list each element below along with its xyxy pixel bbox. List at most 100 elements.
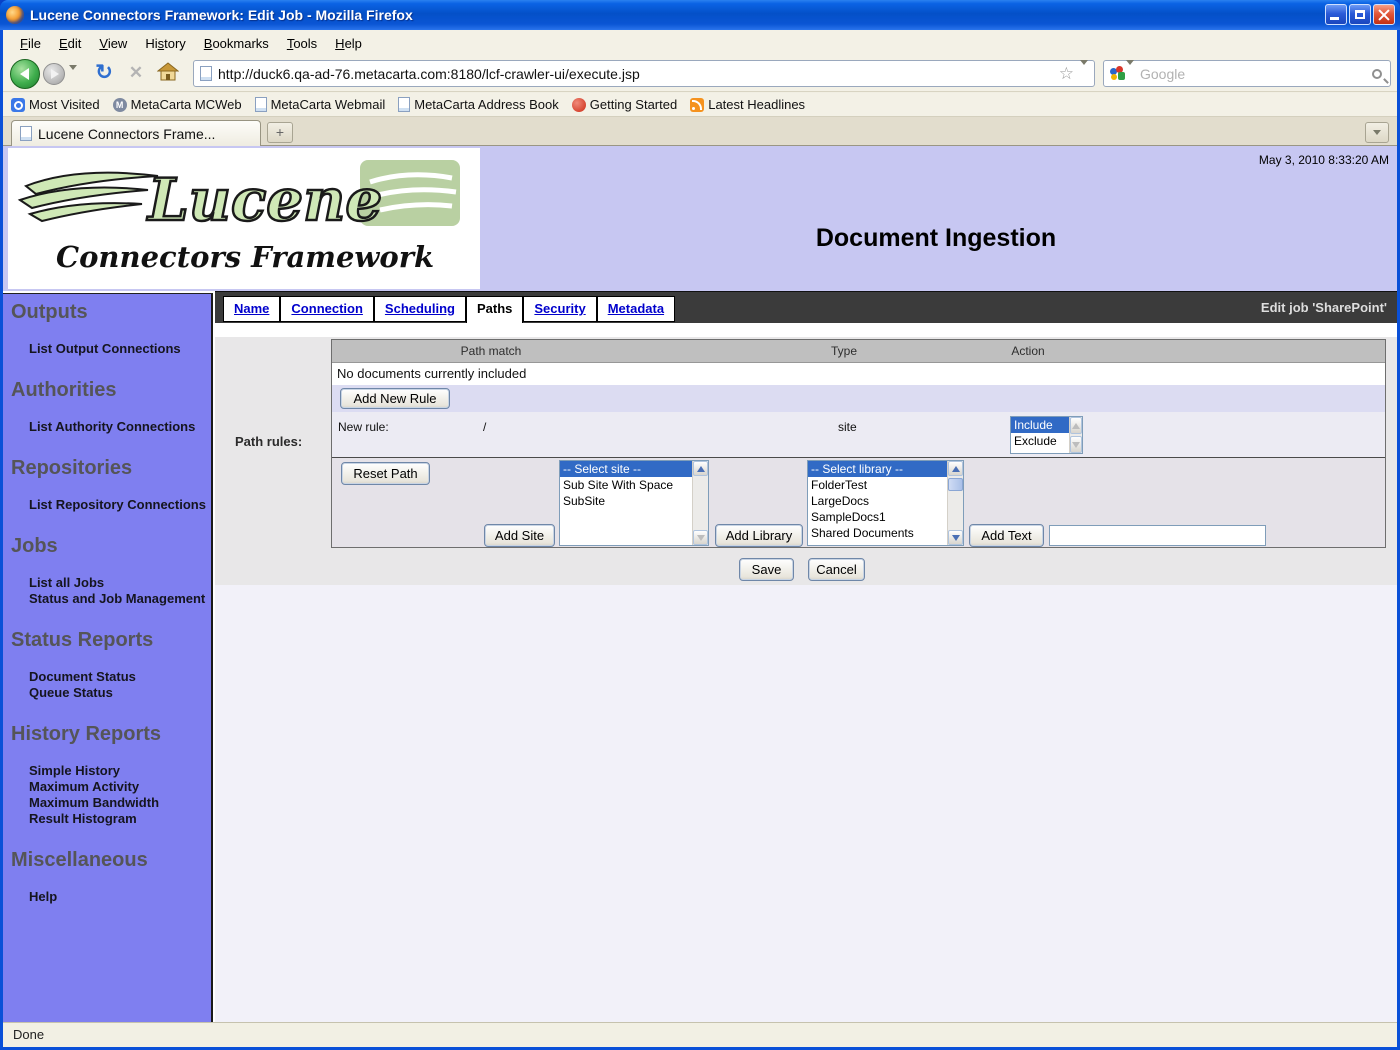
- window-body: File Edit View History Bookmarks Tools H…: [0, 30, 1400, 1050]
- add-library-button[interactable]: Add Library: [715, 524, 803, 547]
- tab-scheduling[interactable]: Scheduling: [374, 296, 466, 322]
- scroll-down-icon[interactable]: [693, 530, 708, 545]
- bookmarks-toolbar: Most Visited MMetaCarta MCWeb MetaCarta …: [3, 93, 1397, 117]
- path-text-input[interactable]: [1049, 525, 1266, 546]
- close-button[interactable]: [1373, 4, 1395, 25]
- sidebar-item-maximum-bandwidth[interactable]: Maximum Bandwidth: [29, 795, 211, 811]
- sidebar-item-queue-status[interactable]: Queue Status: [29, 685, 211, 701]
- back-history-dropdown[interactable]: [69, 70, 77, 88]
- scrollbar-thumb[interactable]: [948, 478, 963, 491]
- search-icon[interactable]: [1372, 69, 1382, 79]
- add-site-button[interactable]: Add Site: [484, 524, 555, 547]
- sidebar-item-maximum-activity[interactable]: Maximum Activity: [29, 779, 211, 795]
- sidebar-heading-repositories: Repositories: [11, 456, 203, 480]
- sidebar-item-status-and-job-management[interactable]: Status and Job Management: [29, 591, 211, 607]
- browser-tab[interactable]: Lucene Connectors Frame...: [11, 120, 261, 146]
- sidebar-item-list-authority-connections[interactable]: List Authority Connections: [29, 419, 211, 435]
- menu-tools[interactable]: Tools: [278, 32, 326, 55]
- page-icon: [20, 126, 32, 141]
- site-option-select[interactable]: -- Select site --: [560, 461, 692, 477]
- search-engine-dropdown[interactable]: [1126, 65, 1134, 83]
- search-bar: [1103, 60, 1391, 87]
- tab-metadata[interactable]: Metadata: [597, 296, 675, 322]
- menu-history[interactable]: History: [136, 32, 194, 55]
- page-title: Document Ingestion: [483, 224, 1389, 253]
- new-rule-path-value: /: [483, 420, 486, 434]
- save-button[interactable]: Save: [739, 558, 794, 581]
- sidebar-item-list-all-jobs[interactable]: List all Jobs: [29, 575, 211, 591]
- reset-path-button[interactable]: Reset Path: [341, 462, 430, 485]
- sidebar-item-list-repository-connections[interactable]: List Repository Connections: [29, 497, 211, 513]
- sidebar-heading-history-reports: History Reports: [11, 722, 203, 746]
- timestamp: May 3, 2010 8:33:20 AM: [1259, 153, 1389, 167]
- reload-button[interactable]: ↻: [91, 60, 117, 85]
- site-listbox: -- Select site -- Sub Site With Space Su…: [559, 460, 709, 546]
- back-button[interactable]: [10, 59, 40, 89]
- menu-edit[interactable]: Edit: [50, 32, 90, 55]
- cancel-button[interactable]: Cancel: [808, 558, 865, 581]
- menu-help[interactable]: Help: [326, 32, 371, 55]
- sidebar-item-result-histogram[interactable]: Result Histogram: [29, 811, 211, 827]
- getting-started-icon: [572, 98, 586, 112]
- path-builder-row: Reset Path Add Site -- Select site -- Su…: [332, 458, 1385, 547]
- library-listbox: -- Select library -- FolderTest LargeDoc…: [807, 460, 964, 546]
- location-bar: ☆: [193, 60, 1095, 87]
- menu-bookmarks[interactable]: Bookmarks: [195, 32, 278, 55]
- bookmark-most-visited[interactable]: Most Visited: [11, 97, 100, 112]
- scroll-down-icon[interactable]: [948, 530, 963, 545]
- bookmark-mcweb[interactable]: MMetaCarta MCWeb: [113, 97, 242, 112]
- bookmark-getting-started[interactable]: Getting Started: [572, 97, 677, 112]
- url-input[interactable]: [218, 66, 1055, 82]
- tab-list-dropdown[interactable]: [1365, 122, 1389, 143]
- bookmark-webmail[interactable]: MetaCarta Webmail: [255, 97, 386, 112]
- page-icon: [255, 97, 267, 112]
- menu-view[interactable]: View: [90, 32, 136, 55]
- minimize-button[interactable]: [1325, 4, 1347, 25]
- tab-security[interactable]: Security: [523, 296, 596, 322]
- location-dropdown[interactable]: [1080, 65, 1088, 83]
- tab-connection[interactable]: Connection: [280, 296, 374, 322]
- site-option-sub-site-with-space[interactable]: Sub Site With Space: [560, 477, 692, 493]
- bookmark-latest-headlines[interactable]: Latest Headlines: [690, 97, 805, 112]
- most-visited-icon: [11, 98, 25, 112]
- bookmark-address-book[interactable]: MetaCarta Address Book: [398, 97, 559, 112]
- library-option-select[interactable]: -- Select library --: [808, 461, 947, 477]
- sidebar: Outputs List Output Connections Authorit…: [3, 293, 213, 1022]
- add-rule-row: Add New Rule: [332, 385, 1385, 412]
- library-option-foldertest[interactable]: FolderTest: [808, 477, 947, 493]
- search-input[interactable]: [1140, 66, 1372, 82]
- chevron-down-icon: [1126, 60, 1134, 82]
- scroll-up-icon[interactable]: [1070, 417, 1082, 434]
- sidebar-item-simple-history[interactable]: Simple History: [29, 763, 211, 779]
- scroll-up-icon[interactable]: [948, 461, 963, 476]
- tab-name[interactable]: Name: [223, 296, 280, 322]
- scroll-up-icon[interactable]: [693, 461, 708, 476]
- sidebar-item-document-status[interactable]: Document Status: [29, 669, 211, 685]
- forward-button[interactable]: [43, 63, 65, 85]
- stop-button[interactable]: ✕: [125, 63, 147, 83]
- maximize-button[interactable]: [1349, 4, 1371, 25]
- action-option-include[interactable]: Include: [1011, 417, 1069, 433]
- scroll-down-icon[interactable]: [1070, 436, 1082, 453]
- tab-paths[interactable]: Paths: [466, 296, 523, 325]
- add-new-rule-button[interactable]: Add New Rule: [340, 388, 450, 409]
- new-tab-button[interactable]: +: [267, 122, 293, 143]
- sidebar-item-list-output-connections[interactable]: List Output Connections: [29, 341, 211, 357]
- menu-file[interactable]: File: [11, 32, 50, 55]
- column-header-action: Action: [1011, 344, 1044, 358]
- bookmark-star-icon[interactable]: ☆: [1059, 64, 1074, 84]
- sidebar-item-help[interactable]: Help: [29, 889, 211, 905]
- add-text-button[interactable]: Add Text: [969, 524, 1044, 547]
- action-listbox: Include Exclude: [1010, 416, 1083, 454]
- action-option-exclude[interactable]: Exclude: [1011, 433, 1069, 449]
- chevron-down-icon: [1373, 130, 1381, 135]
- library-option-largedocs[interactable]: LargeDocs: [808, 493, 947, 509]
- mcweb-icon: M: [113, 98, 127, 112]
- library-option-sampledocs1[interactable]: SampleDocs1: [808, 509, 947, 525]
- lucene-logo-graphic: Lucene: [8, 148, 478, 238]
- site-option-subsite[interactable]: SubSite: [560, 493, 692, 509]
- navigation-toolbar: ↻ ✕ ☆: [3, 56, 1397, 92]
- action-scrollbar: [1069, 417, 1082, 453]
- library-option-shared-documents[interactable]: Shared Documents: [808, 525, 947, 541]
- home-button[interactable]: [157, 62, 179, 87]
